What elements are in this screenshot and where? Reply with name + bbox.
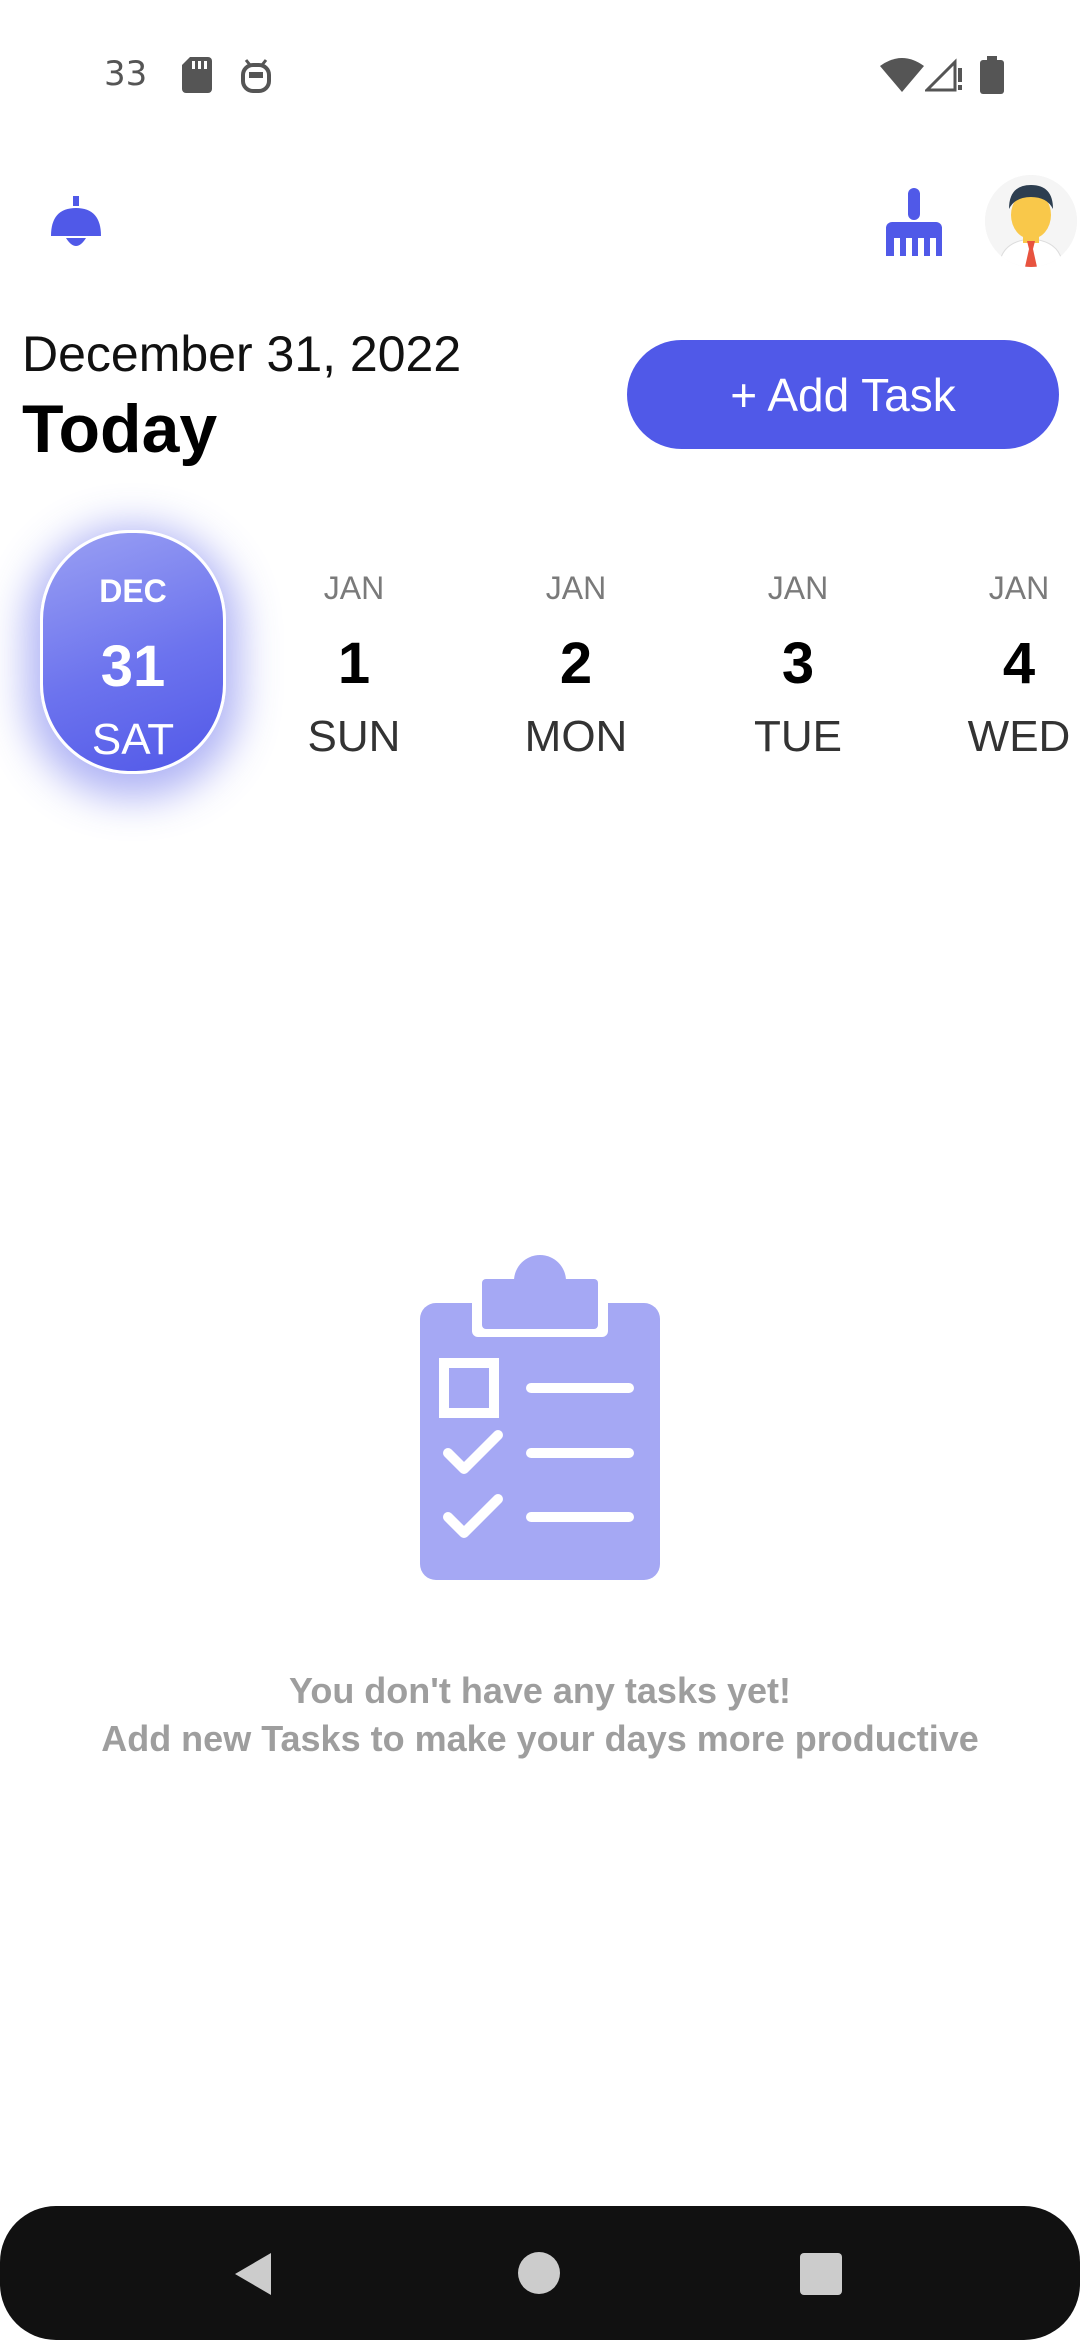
date-day: 1 [337, 631, 371, 696]
date-item[interactable]: JAN 2 MON [483, 530, 669, 774]
date-day: 3 [781, 631, 815, 696]
avatar-illustration [985, 175, 1077, 267]
date-month: JAN [988, 570, 1050, 606]
home-icon[interactable] [517, 2251, 561, 2295]
back-icon[interactable] [233, 2251, 273, 2297]
page-title: Today [22, 391, 218, 467]
date-month: JAN [767, 570, 829, 606]
lamp-icon[interactable] [48, 196, 104, 252]
date-weekday: SAT [91, 715, 175, 764]
date-weekday: SUN [307, 712, 401, 761]
current-date: December 31, 2022 [22, 326, 462, 382]
date-month: JAN [545, 570, 607, 606]
broom-icon[interactable] [884, 188, 944, 258]
signal-icon [925, 58, 962, 92]
empty-state-subtitle: Add new Tasks to make your days more pro… [101, 1718, 979, 1759]
add-task-button[interactable]: + Add Task [627, 340, 1059, 449]
date-weekday: WED [967, 712, 1071, 761]
android-debug-icon [241, 59, 271, 93]
date-month: DEC [99, 573, 167, 609]
status-time: 33 [104, 54, 148, 94]
date-item[interactable]: JAN 3 TUE [705, 530, 891, 774]
empty-state-title: You don't have any tasks yet! [288, 1670, 792, 1711]
date-item[interactable]: JAN 1 SUN [261, 530, 447, 774]
avatar[interactable] [985, 175, 1077, 267]
date-item[interactable]: JAN 4 WED [926, 530, 1080, 774]
date-day: 2 [559, 631, 593, 696]
date-weekday: TUE [754, 712, 842, 761]
recents-icon[interactable] [800, 2253, 842, 2295]
status-bar: 33 [0, 0, 1080, 150]
wifi-icon [880, 58, 924, 92]
date-day: 4 [1002, 631, 1036, 696]
date-item-selected[interactable]: DEC 31 SAT [40, 530, 226, 774]
battery-icon [980, 56, 1004, 94]
date-strip[interactable]: DEC 31 SAT JAN 1 SUN JAN 2 MON JAN 3 TUE… [0, 520, 1080, 820]
date-day: 31 [100, 634, 166, 699]
clipboard-checklist-icon [420, 1255, 660, 1580]
date-weekday: MON [524, 712, 628, 761]
date-month: JAN [323, 570, 385, 606]
sd-card-icon [182, 57, 212, 93]
